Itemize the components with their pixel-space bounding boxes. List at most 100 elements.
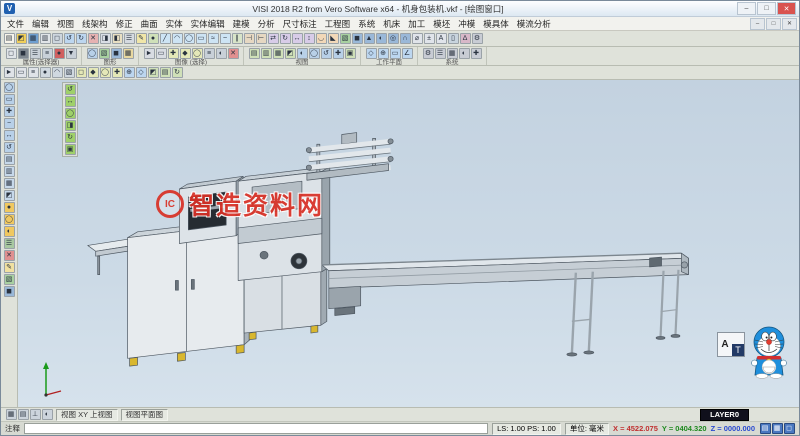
- view-side-icon[interactable]: ▦: [273, 48, 284, 59]
- rectangle-icon[interactable]: ▭: [196, 33, 207, 44]
- zoom-fit-icon[interactable]: ◯: [4, 82, 15, 93]
- zoom-in-icon[interactable]: ✚: [4, 106, 15, 117]
- snap-mid-icon[interactable]: ◆: [88, 67, 99, 78]
- settings-icon[interactable]: ⚙: [472, 33, 483, 44]
- full-view-icon[interactable]: ▣: [65, 144, 76, 155]
- snap-center-icon[interactable]: ◯: [100, 67, 111, 78]
- attr-color-icon[interactable]: ◻: [6, 48, 17, 59]
- sys-add-icon[interactable]: ✚: [471, 48, 482, 59]
- view-side-icon[interactable]: ▦: [4, 178, 15, 189]
- select-all-icon[interactable]: ☰: [124, 33, 135, 44]
- view-front-icon[interactable]: ▥: [261, 48, 272, 59]
- wp-new-icon[interactable]: ◇: [366, 48, 377, 59]
- dimension-icon[interactable]: ±: [424, 33, 435, 44]
- refresh-view-icon[interactable]: ↻: [65, 132, 76, 143]
- menu-item-14[interactable]: 加工: [404, 18, 429, 30]
- boolean-icon[interactable]: ∩: [400, 33, 411, 44]
- view-indicator[interactable]: A T: [717, 332, 745, 357]
- graph-surface-icon[interactable]: ▧: [99, 48, 110, 59]
- cmd-help-icon[interactable]: ◻: [784, 423, 795, 434]
- solid-icon[interactable]: ◼: [352, 33, 363, 44]
- zoom-window-icon[interactable]: ▭: [4, 94, 15, 105]
- zoom-previous-icon[interactable]: ◨: [65, 120, 76, 131]
- snap-intersect-icon[interactable]: ✚: [112, 67, 123, 78]
- status-view-label[interactable]: 视图 XY 上视图: [56, 409, 118, 421]
- command-input[interactable]: [24, 423, 488, 434]
- menu-item-13[interactable]: 机床: [379, 18, 404, 30]
- cut-icon[interactable]: ✕: [88, 33, 99, 44]
- layers-icon[interactable]: ☰: [4, 238, 15, 249]
- cmd-macro-icon[interactable]: ▦: [772, 423, 783, 434]
- status-layer-badge[interactable]: LAYER0: [700, 409, 749, 421]
- shell-icon[interactable]: ◎: [388, 33, 399, 44]
- status-track-icon[interactable]: ◐: [42, 409, 53, 420]
- menu-item-10[interactable]: 尺寸标注: [279, 18, 321, 30]
- pan-icon[interactable]: ↔: [4, 130, 15, 141]
- hidden-line-icon[interactable]: ◐: [4, 226, 15, 237]
- pick-list-icon[interactable]: ≡: [204, 48, 215, 59]
- new-icon[interactable]: ▤: [4, 33, 15, 44]
- view-zoom-in-icon[interactable]: ✚: [333, 48, 344, 59]
- maximize-button[interactable]: □: [757, 2, 776, 15]
- extend-icon[interactable]: ⊢: [256, 33, 267, 44]
- redo-icon[interactable]: ↻: [76, 33, 87, 44]
- pick-vertex-icon[interactable]: ◆: [180, 48, 191, 59]
- extrude-icon[interactable]: ▲: [364, 33, 375, 44]
- sys-settings-icon[interactable]: ⚙: [423, 48, 434, 59]
- menu-item-1[interactable]: 编辑: [28, 18, 53, 30]
- wireframe-icon[interactable]: ◯: [4, 214, 15, 225]
- menu-item-4[interactable]: 修正: [112, 18, 137, 30]
- status-snap-icon[interactable]: ▦: [6, 409, 17, 420]
- status-grid-icon[interactable]: ▤: [18, 409, 29, 420]
- section-icon[interactable]: ▯: [448, 33, 459, 44]
- menu-item-5[interactable]: 曲面: [137, 18, 162, 30]
- spline-icon[interactable]: ~: [220, 33, 231, 44]
- view-shade-icon[interactable]: ◐: [297, 48, 308, 59]
- revolve-icon[interactable]: ◐: [376, 33, 387, 44]
- graph-solid-icon[interactable]: ◼: [111, 48, 122, 59]
- filter-face-icon[interactable]: ▧: [64, 67, 75, 78]
- select-chain-icon[interactable]: ≡: [28, 67, 39, 78]
- rotate-view-icon[interactable]: ↺: [4, 142, 15, 153]
- filter-curve-icon[interactable]: ◠: [52, 67, 63, 78]
- status-ortho-icon[interactable]: ⊥: [30, 409, 41, 420]
- undo-icon[interactable]: ↺: [64, 33, 75, 44]
- select-window-icon[interactable]: ▭: [16, 67, 27, 78]
- menu-item-9[interactable]: 分析: [254, 18, 279, 30]
- cmd-history-icon[interactable]: ▤: [760, 423, 771, 434]
- open-icon[interactable]: ◩: [16, 33, 27, 44]
- scale-icon[interactable]: ↕: [304, 33, 315, 44]
- analysis-icon[interactable]: ∆: [460, 33, 471, 44]
- zoom-out-icon[interactable]: −: [4, 118, 15, 129]
- pick-add-icon[interactable]: ✚: [168, 48, 179, 59]
- menu-item-18[interactable]: 模流分析: [513, 18, 555, 30]
- view-full-icon[interactable]: ▣: [345, 48, 356, 59]
- move-icon[interactable]: ↔: [292, 33, 303, 44]
- fillet-icon[interactable]: ◡: [316, 33, 327, 44]
- attr-point-icon[interactable]: ●: [54, 48, 65, 59]
- filter-point-icon[interactable]: ●: [40, 67, 51, 78]
- menu-item-2[interactable]: 视图: [53, 18, 78, 30]
- wp-origin-icon[interactable]: ⊕: [378, 48, 389, 59]
- close-button[interactable]: ✕: [777, 2, 796, 15]
- graph-wire-icon[interactable]: ◯: [87, 48, 98, 59]
- dyn-pan-icon[interactable]: ↔: [65, 96, 76, 107]
- solid-tool-icon[interactable]: ◼: [4, 286, 15, 297]
- attr-more-icon[interactable]: ▼: [66, 48, 77, 59]
- view-plan-icon[interactable]: ▤: [160, 67, 171, 78]
- paste-icon[interactable]: ◧: [112, 33, 123, 44]
- sys-grid-icon[interactable]: ▦: [447, 48, 458, 59]
- regen-icon[interactable]: ↻: [172, 67, 183, 78]
- menu-item-8[interactable]: 建模: [229, 18, 254, 30]
- attr-linewidth-icon[interactable]: ≡: [42, 48, 53, 59]
- polyline-icon[interactable]: ≈: [208, 33, 219, 44]
- view-zoom-icon[interactable]: ◯: [309, 48, 320, 59]
- graph-mesh-icon[interactable]: ▦: [123, 48, 134, 59]
- wp-angle-icon[interactable]: ∠: [402, 48, 413, 59]
- chamfer-icon[interactable]: ◣: [328, 33, 339, 44]
- sys-half-icon[interactable]: ◐: [459, 48, 470, 59]
- dyn-zoom-icon[interactable]: ◯: [65, 108, 76, 119]
- trim-icon[interactable]: ⊣: [244, 33, 255, 44]
- view-axon-icon[interactable]: ◩: [4, 190, 15, 201]
- select-icon[interactable]: ►: [4, 67, 15, 78]
